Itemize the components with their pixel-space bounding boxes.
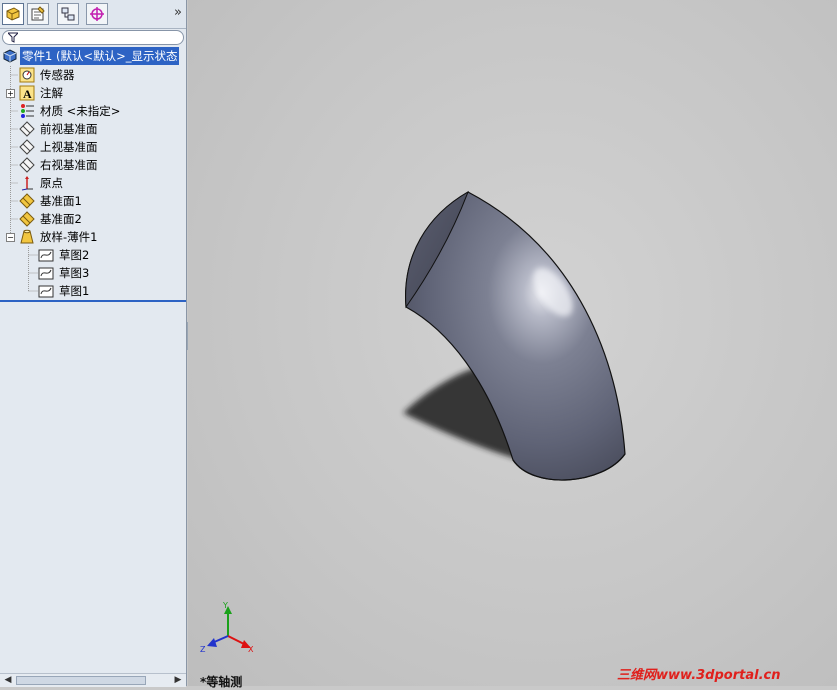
watermark-text: 三维网www.3dportal.cn	[617, 668, 781, 683]
tab-dimxpert-manager[interactable]	[86, 3, 108, 25]
dimxpert-icon	[90, 7, 104, 21]
tree-item-label: 上视基准面	[40, 140, 98, 154]
tree-item-label: 材质 <未指定>	[40, 104, 121, 118]
annotation-icon: A	[19, 85, 35, 101]
more-tabs-chevron-icon[interactable]: »	[174, 5, 182, 20]
feature-manager-panel: » 零件1 (默认<默认>_显示状态 传感器 + A 注解 材质 <未指定> 前…	[0, 0, 187, 687]
sketch-icon	[38, 285, 54, 298]
coordinate-triad: Y X Z	[200, 601, 254, 654]
tree-item-label: 草图3	[59, 266, 90, 280]
property-manager-icon	[31, 6, 45, 21]
tree-item-label: 草图2	[59, 248, 90, 262]
tab-configuration-manager[interactable]	[57, 3, 79, 25]
triad-z-label: Z	[200, 645, 206, 654]
tree-panel-divider[interactable]	[0, 300, 186, 302]
feature-manager-icon	[6, 7, 20, 21]
feature-tree: 零件1 (默认<默认>_显示状态 传感器 + A 注解 材质 <未指定> 前视基…	[0, 46, 186, 300]
scrollbar-thumb[interactable]	[16, 676, 146, 685]
tab-property-manager[interactable]	[27, 3, 49, 25]
configuration-manager-icon	[61, 7, 75, 21]
model-view: Y X Z	[200, 190, 626, 654]
view-orientation-label: *等轴测	[200, 675, 243, 689]
scroll-left-arrow-icon[interactable]: ◀	[2, 675, 14, 686]
tree-item-label: 基准面1	[40, 194, 82, 208]
triad-y-label: Y	[222, 601, 228, 610]
collapse-toggle-icon[interactable]: −	[6, 233, 15, 242]
loft-feature-icon	[20, 229, 34, 244]
sketch-icon	[38, 249, 54, 262]
origin-icon	[21, 176, 33, 191]
graphics-viewport[interactable]: Y X Z	[188, 0, 837, 686]
triad-x-label: X	[248, 645, 254, 654]
tree-item-label: 右视基准面	[40, 158, 98, 172]
tree-item-label: 草图1	[59, 284, 90, 298]
tree-item-label: 前视基准面	[40, 122, 98, 136]
manager-tab-bar: »	[0, 0, 186, 29]
tree-item-label: 基准面2	[40, 212, 82, 226]
scroll-right-arrow-icon[interactable]: ▶	[172, 675, 184, 686]
expand-toggle-icon[interactable]: +	[6, 89, 15, 98]
tree-item-label: 注解	[40, 86, 63, 100]
tab-feature-manager[interactable]	[2, 3, 24, 25]
tree-item-label: 放样-薄件1	[40, 230, 98, 244]
plane-icon	[19, 157, 35, 173]
tree-filter-input[interactable]	[2, 30, 184, 45]
sensor-icon	[19, 67, 35, 83]
panel-horizontal-scrollbar[interactable]: ◀ ▶	[0, 673, 186, 687]
ref-plane-icon	[19, 193, 35, 209]
sketch-icon	[38, 267, 54, 280]
plane-icon	[19, 139, 35, 155]
filter-icon	[8, 32, 18, 43]
ref-plane-icon	[19, 211, 35, 227]
tree-item-label: 原点	[40, 176, 63, 190]
plane-icon	[19, 121, 35, 137]
tree-item-label: 传感器	[40, 68, 75, 82]
material-icon	[21, 104, 34, 118]
svg-text:A: A	[23, 87, 32, 101]
